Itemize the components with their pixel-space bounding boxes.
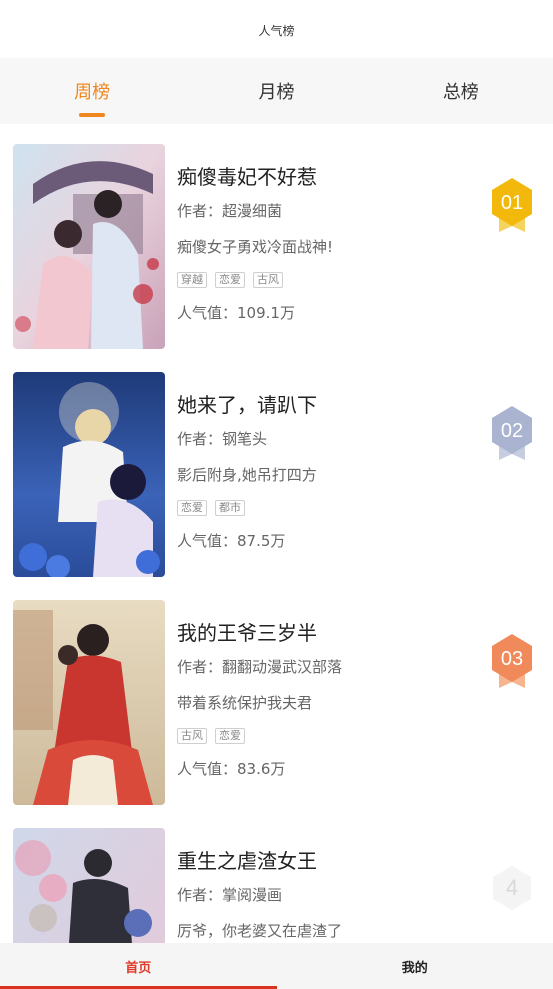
- comic-cover[interactable]: [13, 600, 165, 805]
- comic-title[interactable]: 她来了，请趴下: [177, 390, 477, 420]
- comic-description: 带着系统保护我夫君: [177, 694, 313, 712]
- active-tab-indicator: [79, 113, 106, 117]
- rank-badge: 02: [487, 404, 537, 464]
- rank-number: 03: [501, 648, 523, 670]
- comic-popularity: 人气值：83.6万: [177, 760, 286, 778]
- comic-cover[interactable]: [13, 144, 165, 349]
- comic-description: 厉爷，你老婆又在虐渣了: [177, 922, 343, 940]
- cover-image-2: [13, 372, 165, 577]
- tab-monthly[interactable]: 月榜: [184, 58, 368, 124]
- tag: 恋爱: [215, 272, 245, 288]
- ranking-list: 痴傻毒妃不好惹 作者：超漫细菌 痴傻女子勇戏冷面战神! 穿越 恋爱 古风 人气值…: [0, 124, 553, 943]
- comic-info: 痴傻毒妃不好惹 作者：超漫细菌 痴傻女子勇戏冷面战神! 穿越 恋爱 古风 人气值…: [177, 162, 477, 324]
- tab-total[interactable]: 总榜: [369, 58, 553, 124]
- page-title: 人气榜: [258, 23, 295, 38]
- comic-title[interactable]: 重生之虐渣女王: [177, 846, 477, 876]
- list-item[interactable]: 痴傻毒妃不好惹 作者：超漫细菌 痴傻女子勇戏冷面战神! 穿越 恋爱 古风 人气值…: [0, 124, 553, 352]
- cover-image-4: [13, 828, 165, 943]
- comic-author: 作者：掌阅漫画: [177, 886, 283, 904]
- list-item[interactable]: 重生之虐渣女王 作者：掌阅漫画 厉爷，你老婆又在虐渣了 4: [0, 808, 553, 943]
- nav-mine-label: 我的: [401, 960, 428, 976]
- comic-author: 作者：翻翻动漫武汉部落: [177, 658, 343, 676]
- comic-popularity: 人气值：87.5万: [177, 532, 286, 550]
- list-item[interactable]: 我的王爷三岁半 作者：翻翻动漫武汉部落 带着系统保护我夫君 古风 恋爱 人气值：…: [0, 580, 553, 808]
- comic-author: 作者：超漫细菌: [177, 202, 283, 220]
- comic-info: 我的王爷三岁半 作者：翻翻动漫武汉部落 带着系统保护我夫君 古风 恋爱 人气值：…: [177, 618, 477, 780]
- tag: 恋爱: [215, 728, 245, 744]
- ranking-tabs: 周榜 月榜 总榜: [0, 58, 553, 124]
- rank-number: 4: [506, 875, 518, 900]
- comic-author: 作者：钢笔头: [177, 430, 268, 448]
- comic-description: 痴傻女子勇戏冷面战神!: [177, 238, 334, 256]
- comic-info: 重生之虐渣女王 作者：掌阅漫画 厉爷，你老婆又在虐渣了: [177, 846, 477, 942]
- tab-weekly-label: 周榜: [74, 82, 111, 103]
- comic-cover[interactable]: [13, 828, 165, 943]
- comic-title[interactable]: 我的王爷三岁半: [177, 618, 477, 648]
- top-bar: 人气榜: [0, 0, 553, 58]
- bottom-nav: 首页 我的: [0, 943, 553, 989]
- cover-image-3: [13, 600, 165, 805]
- tab-monthly-label: 月榜: [258, 82, 295, 103]
- tab-total-label: 总榜: [442, 82, 479, 103]
- rank-badge: 03: [487, 632, 537, 692]
- comic-tags: 恋爱 都市: [177, 500, 477, 516]
- cover-image-1: [13, 144, 165, 349]
- tag: 古风: [177, 728, 207, 744]
- tag: 都市: [215, 500, 245, 516]
- tab-weekly[interactable]: 周榜: [0, 58, 184, 124]
- nav-mine[interactable]: 我的: [277, 943, 553, 989]
- nav-home-label: 首页: [125, 960, 152, 976]
- comic-tags: 古风 恋爱: [177, 728, 477, 744]
- nav-home[interactable]: 首页: [0, 943, 277, 989]
- rank-number: 01: [501, 192, 523, 214]
- list-item[interactable]: 她来了，请趴下 作者：钢笔头 影后附身,她吊打四方 恋爱 都市 人气值：87.5…: [0, 352, 553, 580]
- comic-title[interactable]: 痴傻毒妃不好惹: [177, 162, 477, 192]
- tag: 古风: [253, 272, 283, 288]
- rank-badge: 01: [487, 176, 537, 236]
- rank-number: 02: [501, 420, 523, 442]
- tag: 恋爱: [177, 500, 207, 516]
- comic-description: 影后附身,她吊打四方: [177, 466, 317, 484]
- comic-info: 她来了，请趴下 作者：钢笔头 影后附身,她吊打四方 恋爱 都市 人气值：87.5…: [177, 390, 477, 552]
- tag: 穿越: [177, 272, 207, 288]
- comic-popularity: 人气值：109.1万: [177, 304, 295, 322]
- rank-badge: 4: [487, 860, 537, 920]
- comic-cover[interactable]: [13, 372, 165, 577]
- comic-tags: 穿越 恋爱 古风: [177, 272, 477, 288]
